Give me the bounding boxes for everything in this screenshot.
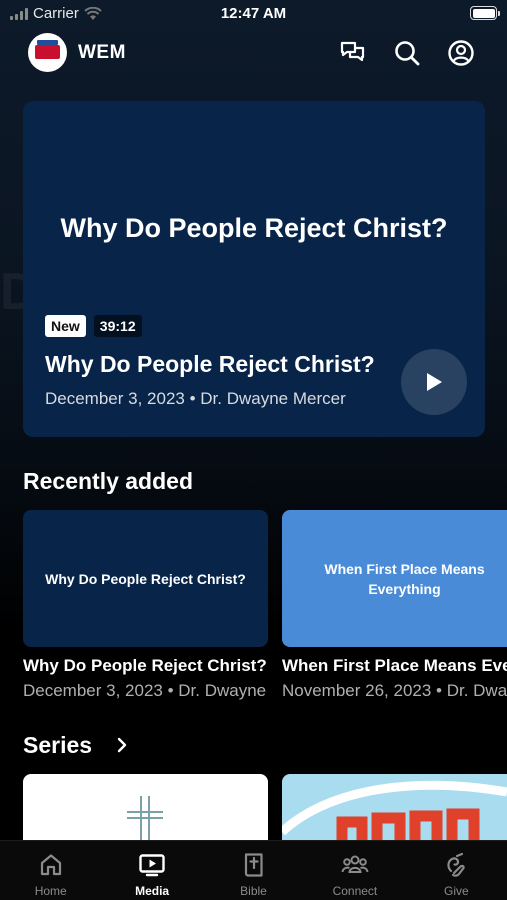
play-icon [427, 373, 442, 391]
chat-button[interactable] [339, 39, 367, 67]
chat-icon [340, 41, 365, 62]
home-icon [40, 854, 61, 876]
recent-card-1-title[interactable]: Why Do People Reject Christ? [23, 656, 268, 676]
tab-home-label: Home [34, 884, 67, 898]
series-heading[interactable]: Series [23, 732, 92, 759]
hero-badges: New 39:12 [45, 315, 142, 337]
people-icon [341, 855, 369, 873]
give-icon [447, 852, 465, 877]
cross-icon [127, 796, 163, 840]
hero-art-title: Why Do People Reject Christ? [60, 213, 448, 243]
tab-connect-label: Connect [332, 884, 378, 898]
duration-badge: 39:12 [93, 315, 142, 337]
recent-card-1-meta: December 3, 2023 • Dr. Dwayne Mercer [23, 681, 268, 700]
tab-give[interactable]: Give [406, 841, 507, 900]
tab-bible-label: Bible [240, 884, 267, 898]
hero-title: Why Do People Reject Christ? [45, 351, 375, 377]
recent-card-1[interactable]: Why Do People Reject Christ? [23, 510, 268, 647]
recent-card-2-meta: November 26, 2023 • Dr. Dwayne Mercer [282, 681, 507, 700]
hero-meta: December 3, 2023 • Dr. Dwayne Mercer [45, 389, 346, 408]
search-button[interactable] [393, 39, 421, 67]
app-header: WEM [0, 33, 507, 73]
tab-bible[interactable]: Bible [203, 841, 304, 900]
profile-button[interactable] [447, 39, 475, 67]
tab-media-label: Media [135, 884, 170, 898]
profile-icon [448, 40, 474, 66]
search-icon [395, 41, 420, 66]
app-logo[interactable] [28, 33, 67, 72]
series-card-1[interactable] [23, 774, 268, 840]
recent-card-2-art-title: When First Place Means Everything [324, 560, 485, 597]
tab-connect[interactable]: Connect [304, 841, 405, 900]
play-button[interactable] [401, 349, 467, 415]
tab-bar: Home Media Bible Connect Give [0, 840, 507, 900]
tv-icon [139, 854, 165, 877]
series-card-2-art [282, 780, 507, 840]
recently-added-heading: Recently added [23, 468, 193, 494]
tab-media[interactable]: Media [101, 841, 202, 900]
recent-card-2-title[interactable]: When First Place Means Everything [282, 656, 507, 676]
tab-home[interactable]: Home [0, 841, 101, 900]
featured-hero-card[interactable]: Why Do People Reject Christ? New 39:12 W… [23, 101, 485, 437]
chevron-right-icon[interactable] [116, 737, 128, 753]
battery-icon [470, 6, 500, 20]
recent-card-1-art-title: Why Do People Reject Christ? [45, 570, 246, 587]
recent-card-2[interactable]: When First Place Means Everything [282, 510, 507, 647]
series-card-2[interactable] [282, 774, 507, 840]
bible-icon [244, 853, 263, 877]
tab-give-label: Give [443, 884, 469, 898]
new-badge: New [45, 315, 86, 337]
status-bar: Carrier 12:47 AM [0, 0, 507, 28]
app-title: WEM [78, 42, 126, 63]
status-time: 12:47 AM [220, 5, 287, 22]
